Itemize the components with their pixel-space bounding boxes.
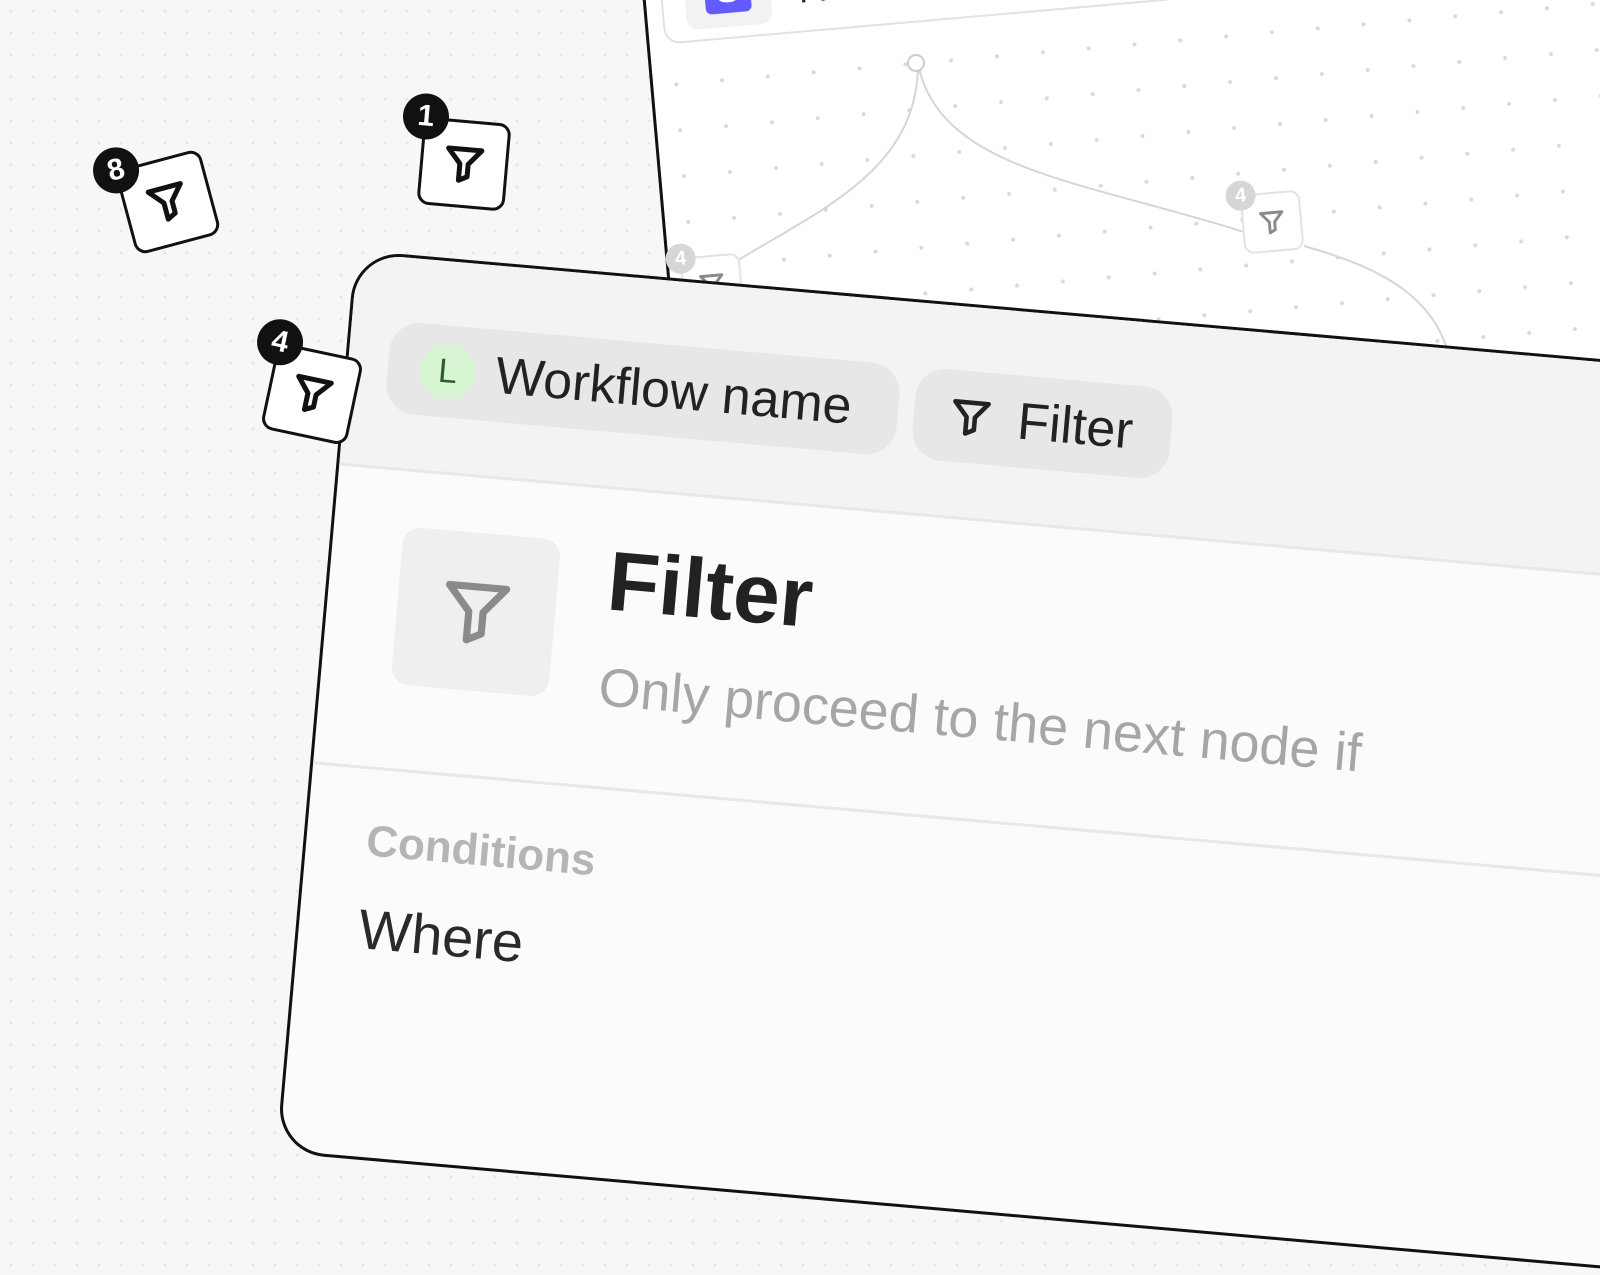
filter-icon	[446, 145, 485, 183]
stripe-logo-container: S	[681, 0, 774, 31]
workflow-avatar: L	[417, 341, 479, 402]
conditions-label: Conditions	[364, 816, 598, 886]
edge-right	[917, 63, 1245, 233]
workflow-name: Workflow name	[493, 346, 855, 436]
panel-title: Filter	[604, 533, 817, 646]
where-label: Where	[356, 897, 526, 975]
breadcrumb-filter[interactable]: Filter	[909, 366, 1176, 481]
floating-filter-chip[interactable]: 4	[252, 314, 365, 447]
filter-icon	[145, 181, 183, 222]
filter-icon	[953, 399, 991, 436]
breadcrumb-workflow[interactable]: L Workflow name	[383, 320, 903, 457]
node-icon-box	[390, 526, 562, 698]
node-output-handle[interactable]	[907, 54, 925, 72]
canvas-filter-node[interactable]: 4	[1224, 179, 1305, 255]
filter-icon	[445, 580, 511, 644]
floating-filter-chip[interactable]: 1	[401, 91, 512, 212]
stripe-logo: S	[702, 0, 753, 15]
panel-subtitle: Only proceed to the next node if	[596, 657, 1365, 784]
stripe-node-title: Find Stripe Customer	[797, 0, 1111, 11]
breadcrumb-node-name: Filter	[1015, 392, 1136, 461]
filter-icon	[1259, 210, 1284, 235]
filter-panel: L Workflow name Filter Filter Only proce…	[276, 250, 1600, 1275]
filter-icon	[296, 373, 334, 412]
edge-left	[734, 63, 919, 263]
